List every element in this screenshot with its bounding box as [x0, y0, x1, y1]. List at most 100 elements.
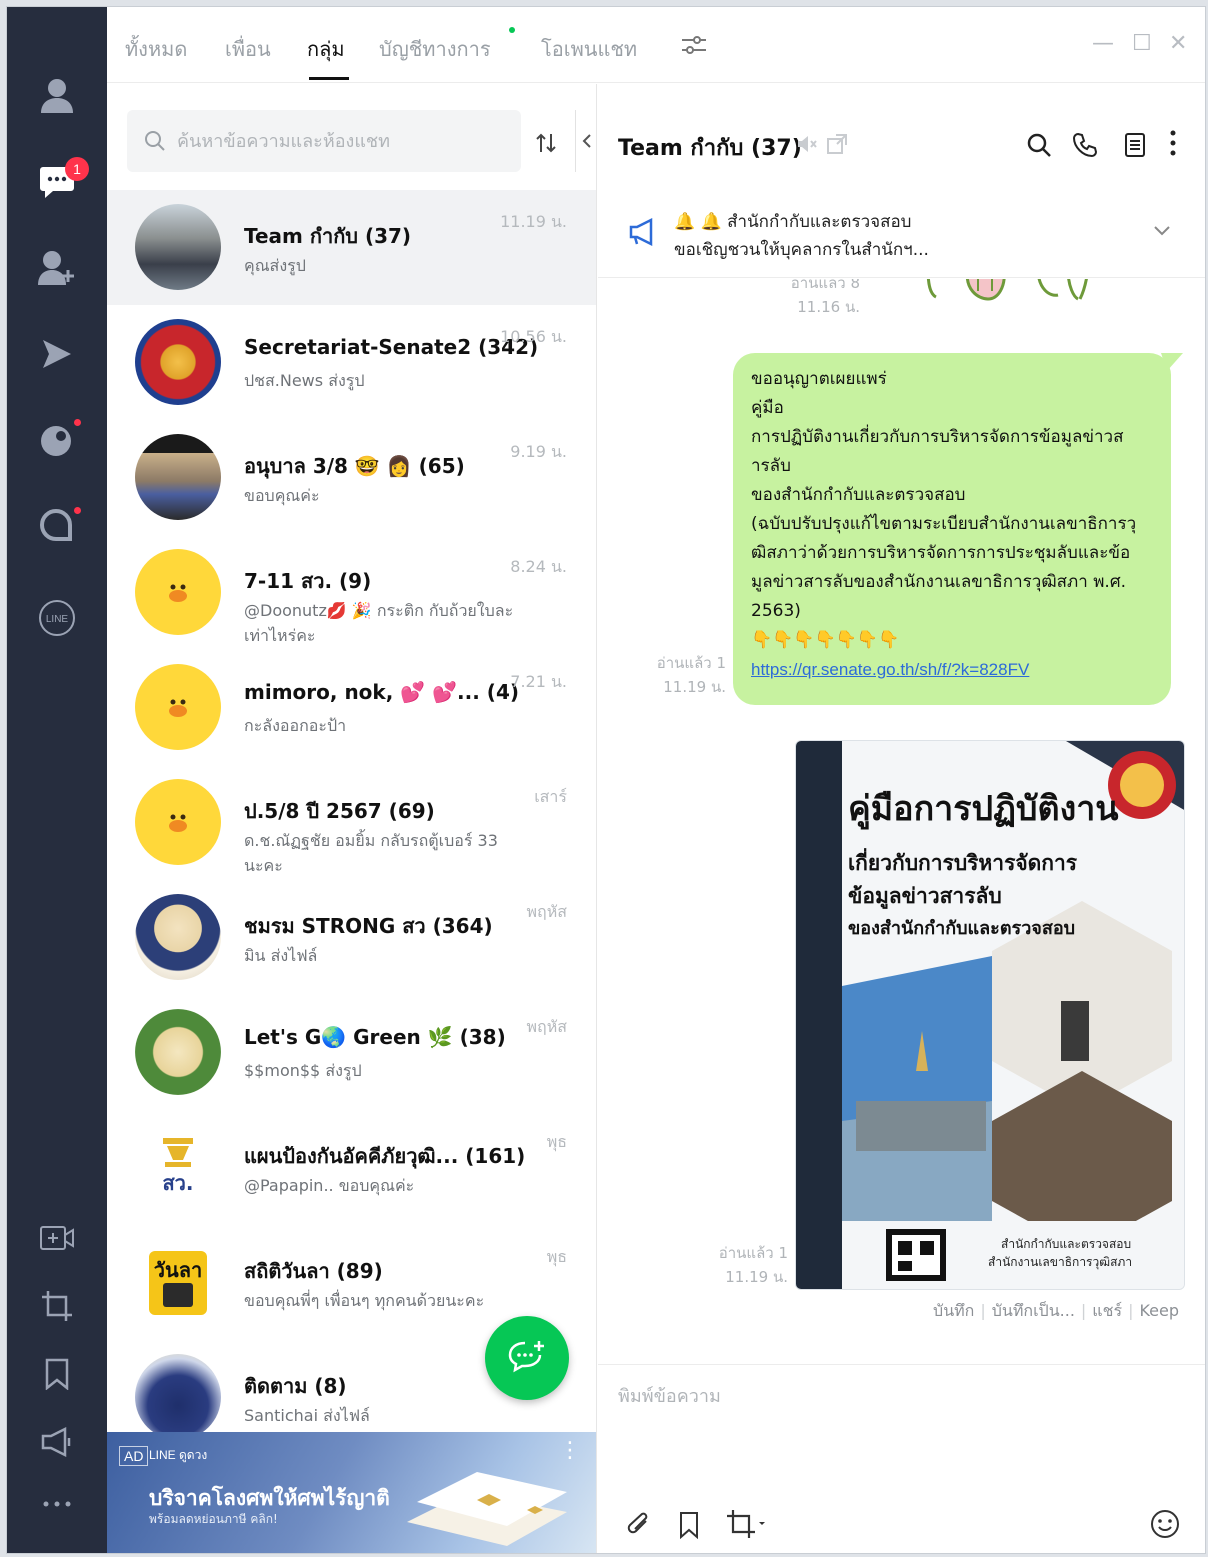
- save-as-button[interactable]: บันทึกเป็น...: [992, 1301, 1075, 1320]
- chat-list-pane: Team กำกับ (37) คุณส่งรูป 11.19 น. Secre…: [107, 84, 597, 1553]
- chat-preview: ด.ช.ณัฏฐชัย อมยิ้ม กลับรถตู้เบอร์ 33 นะค…: [244, 831, 498, 875]
- voom-nav-button[interactable]: [32, 329, 82, 379]
- megaphone-icon: [628, 218, 658, 246]
- keep-button[interactable]: [32, 1349, 82, 1399]
- avatar: [135, 204, 221, 290]
- chat-preview: $$mon$$ ส่งรูป: [244, 1061, 362, 1080]
- chat-time: 7.21 น.: [510, 672, 567, 691]
- sent-message-bubble[interactable]: ขออนุญาตเผยแพร่ คู่มือ การปฏิบัติงานเกี่…: [733, 353, 1171, 705]
- sort-arrows-icon: [536, 133, 556, 153]
- chat-time: 9.19 น.: [510, 442, 567, 461]
- room-search-button[interactable]: [1026, 132, 1052, 158]
- chat-preview: ขอบคุณพี่ๆ เพื่อนๆ ทุกคนด้วยนะคะ: [244, 1291, 485, 1310]
- image-message-meta: อ่านแล้ว 1 11.19 น.: [690, 1241, 788, 1289]
- chat-preview: @Doonutz💋 🎉 กระติก กับถ้วยใบละเท่าไหร่คะ: [244, 601, 514, 645]
- chat-item[interactable]: อนุบาล 3/8 🤓 👩 (65) ขอบคุณค่ะ 9.19 น.: [107, 420, 596, 535]
- default-group-avatar-icon: [169, 699, 187, 717]
- message-time: 11.16 น.: [797, 298, 860, 316]
- add-friend-nav-button[interactable]: [32, 243, 82, 293]
- avatar: [135, 894, 221, 980]
- new-chat-icon: [508, 1341, 544, 1373]
- announcement-bar[interactable]: 🔔 🔔 สำนักกำกับและตรวจสอบ ขอเชิญชวนให้บุค…: [598, 194, 1205, 278]
- message-time: 11.19 น.: [725, 1268, 788, 1286]
- chat-item[interactable]: สว. แผนป้องกันอัคคีภัยวุฒิ... (161) @Pap…: [107, 1110, 596, 1225]
- avatar: วันลา: [135, 1239, 221, 1325]
- tab-friends[interactable]: เพื่อน: [225, 33, 271, 65]
- keep-composer-button[interactable]: [678, 1511, 700, 1539]
- chat-name: สถิติวันลา (89): [244, 1259, 383, 1283]
- chat-preview: ปชส.News ส่งรูป: [244, 371, 365, 390]
- ad-banner[interactable]: AD LINE ดูดวง บริจาคโลงศพให้ศพไร้ญาติ พร…: [107, 1432, 596, 1553]
- default-group-avatar-icon: [169, 814, 187, 832]
- call-button[interactable]: [1072, 132, 1098, 158]
- collapse-list-button[interactable]: [575, 110, 596, 172]
- crop-icon: [727, 1510, 765, 1538]
- notes-button[interactable]: [1124, 132, 1146, 158]
- chat-item[interactable]: Let's G🌏 Green 🌿 (38) $$mon$$ ส่งรูป พฤห…: [107, 995, 596, 1110]
- search-icon: [145, 131, 165, 151]
- filter-settings-button[interactable]: [681, 35, 707, 55]
- maximize-button[interactable]: ☐: [1132, 31, 1152, 56]
- share-button[interactable]: แชร์: [1092, 1301, 1122, 1320]
- attach-button[interactable]: [626, 1511, 652, 1539]
- emoji-button[interactable]: [1150, 1509, 1180, 1539]
- chat-preview: กะลังออกอะป้า: [244, 716, 347, 735]
- video-call-button[interactable]: [32, 1213, 82, 1263]
- chat-name: 7-11 สว. (9): [244, 569, 372, 593]
- openchat-icon: [40, 509, 72, 541]
- tab-official[interactable]: บัญชีทางการ: [379, 33, 491, 65]
- chat-item[interactable]: mimoro, nok, 💕 💕... (4) กะลังออกอะป้า 7.…: [107, 650, 596, 765]
- today-dot: [74, 419, 81, 426]
- add-person-icon: [38, 251, 74, 285]
- expand-announcement-button[interactable]: [1154, 226, 1170, 236]
- new-chat-button[interactable]: [485, 1316, 569, 1400]
- message-time: 11.19 น.: [663, 678, 726, 696]
- chat-name: อนุบาล 3/8 🤓 👩 (65): [244, 454, 465, 478]
- read-receipt: อ่านแล้ว 8: [790, 279, 860, 292]
- smiley-icon: [1151, 1510, 1179, 1538]
- chat-time: 8.24 น.: [510, 557, 567, 576]
- sliders-icon: [682, 36, 706, 54]
- screenshot-button[interactable]: [32, 1281, 82, 1331]
- minimize-button[interactable]: —: [1092, 31, 1114, 56]
- search-input[interactable]: [177, 127, 507, 155]
- popout-icon[interactable]: [826, 133, 848, 155]
- room-menu-button[interactable]: [1170, 130, 1176, 156]
- avatar: [135, 319, 221, 405]
- image-actions: บันทึก | บันทึกเป็น... | แชร์ | Keep: [933, 1301, 1179, 1320]
- message-link[interactable]: https://qr.senate.go.th/sh/f/?k=828FV: [751, 655, 1153, 684]
- keep-save-button[interactable]: Keep: [1139, 1301, 1179, 1320]
- avatar: [135, 1009, 221, 1095]
- chat-item[interactable]: 7-11 สว. (9) @Doonutz💋 🎉 กระติก กับถ้วยใ…: [107, 535, 596, 650]
- chat-name: mimoro, nok, 💕 💕... (4): [244, 680, 519, 704]
- more-button[interactable]: [32, 1479, 82, 1529]
- message-input[interactable]: [618, 1381, 1178, 1481]
- leave-stats-logo-icon: วันลา: [149, 1251, 207, 1315]
- image-message[interactable]: คู่มือการปฏิบัติงาน เกี่ยวกับการบริหารจั…: [795, 740, 1185, 1290]
- chat-time: พุธ: [546, 1132, 567, 1151]
- save-button[interactable]: บันทึก: [933, 1301, 974, 1320]
- chat-time: เสาร์: [534, 787, 567, 806]
- tab-groups[interactable]: กลุ่ม: [307, 33, 345, 65]
- chat-item[interactable]: ชมรม STRONG สว (364) มิน ส่งไฟล์ พฤหัส: [107, 880, 596, 995]
- tab-openchat[interactable]: โอเพนแชท: [541, 33, 637, 65]
- tab-all[interactable]: ทั้งหมด: [125, 33, 187, 65]
- chat-item[interactable]: ป.5/8 ปี 2567 (69) ด.ช.ณัฏฐชัย อมยิ้ม กล…: [107, 765, 596, 880]
- sort-button[interactable]: [535, 132, 557, 154]
- avatar: [135, 549, 221, 635]
- filter-tabs: ทั้งหมด เพื่อน กลุ่ม บัญชีทางการ โอเพนแช…: [107, 7, 1205, 83]
- screenshot-composer-button[interactable]: [726, 1509, 766, 1539]
- text-message-meta: อ่านแล้ว 1 11.19 น.: [638, 651, 726, 699]
- friends-nav-button[interactable]: [32, 71, 82, 121]
- chat-time: พฤหัส: [526, 902, 567, 921]
- chat-name: แผนป้องกันอัคคีภัยวุฒิ... (161): [244, 1144, 526, 1168]
- line-services-button[interactable]: LINE: [32, 593, 82, 643]
- svg-text:LINE: LINE: [46, 614, 69, 625]
- bubble-tail: [1161, 353, 1183, 371]
- chat-item[interactable]: Secretariat-Senate2 (342) ปชส.News ส่งรู…: [107, 305, 596, 420]
- chat-item[interactable]: Team กำกับ (37) คุณส่งรูป 11.19 น.: [107, 190, 596, 305]
- avatar: สว.: [135, 1124, 221, 1210]
- close-button[interactable]: ✕: [1169, 31, 1187, 56]
- chat-name: ติดตาม (8): [244, 1374, 347, 1398]
- announcements-button[interactable]: [32, 1417, 82, 1467]
